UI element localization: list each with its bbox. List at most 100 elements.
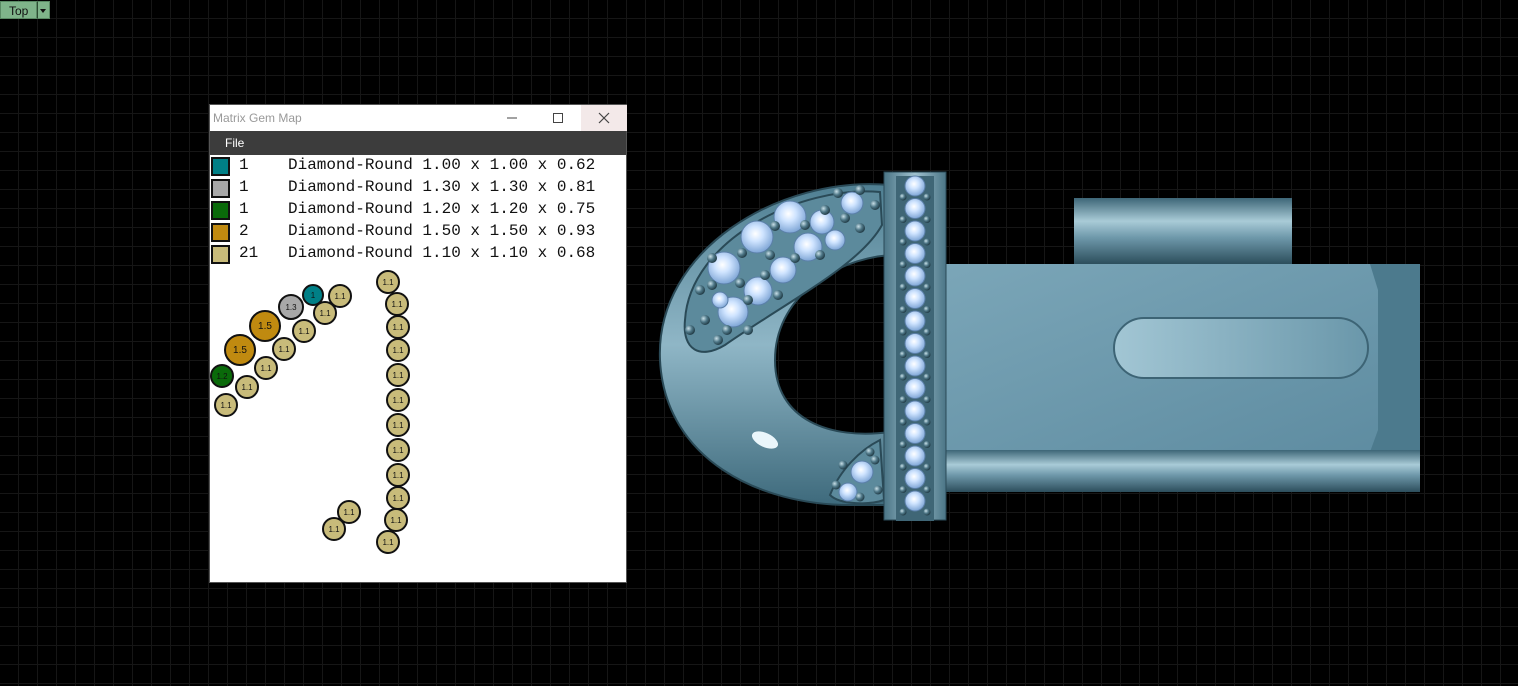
prong [760,270,770,280]
prong [800,220,810,230]
diamond-gem [711,291,729,309]
prong [923,306,931,313]
gem-marker[interactable]: 1.1 [385,292,409,316]
diamond-gem [904,490,926,512]
prong [833,188,843,198]
gem-marker[interactable]: 1.1 [386,363,410,387]
gem-marker[interactable]: 1.1 [384,508,408,532]
gem-map[interactable]: 11.31.51.51.21.11.11.11.11.11.11.11.11.1… [210,105,626,582]
diamond-gem [904,400,926,422]
prong [870,455,880,465]
diamond-gem [904,265,926,287]
gem-marker[interactable]: 1.1 [386,388,410,412]
gem-marker-label: 1.1 [382,538,394,547]
prong [899,261,907,268]
prong [899,238,907,246]
prong [899,328,907,336]
gem-marker-label: 1.1 [392,323,404,332]
gem-marker[interactable]: 1 [302,284,324,306]
prong [923,486,931,493]
diamond-gem [824,229,846,251]
gem-marker[interactable]: 1.1 [235,375,259,399]
prong [923,193,931,201]
gem-marker-label: 1.1 [392,371,404,380]
diamond-gem [838,482,858,502]
gem-marker[interactable]: 1.1 [376,270,400,294]
prong [815,250,825,260]
gem-marker[interactable]: 1.1 [214,393,238,417]
gem-marker[interactable]: 1.3 [278,294,304,320]
gem-marker-label: 1.1 [382,278,394,287]
gem-marker[interactable]: 1.5 [224,334,256,366]
prong [838,460,848,470]
gem-marker-label: 1.1 [298,327,310,336]
gem-marker[interactable]: 1.1 [292,319,316,343]
gem-marker[interactable]: 1.1 [313,301,337,325]
prong [700,315,710,325]
diamond-gem [904,355,926,377]
prong [737,248,747,258]
gem-marker-label: 1.1 [220,401,232,410]
prong [923,441,931,448]
diamond-gem [904,378,926,399]
gem-marker-label: 1.5 [258,321,272,332]
prong [923,328,931,336]
prong [899,463,907,471]
prong [685,325,695,335]
prong [923,238,931,246]
gem-marker-label: 1.1 [392,346,404,355]
diamond-gem [740,220,774,254]
prong [873,485,883,495]
prong [923,373,931,381]
prong [870,200,880,210]
gem-marker[interactable]: 1.1 [386,463,410,487]
prong [899,351,907,358]
prong [899,193,907,201]
prong [865,447,875,457]
prong [743,295,753,305]
gem-marker[interactable]: 1.1 [376,530,400,554]
prong [770,221,780,231]
prong [855,492,865,502]
diamond-gem [840,191,864,215]
prong [923,351,931,358]
diamond-gem [904,288,926,309]
gem-marker-label: 1.1 [392,396,404,405]
gem-marker-label: 1.1 [390,516,402,525]
diamond-gem [904,220,926,242]
gem-marker[interactable]: 1.2 [210,364,234,388]
diamond-gem [904,243,926,264]
prong [707,253,717,263]
prong [735,278,745,288]
bottom-tube [940,450,1420,492]
prong [765,250,775,260]
gem-marker-label: 1.5 [233,345,247,356]
gem-marker-label: 1 [311,291,316,300]
gem-marker-label: 1.1 [343,508,355,517]
diamond-gem [904,445,926,467]
prong [899,396,907,403]
gem-marker[interactable]: 1.1 [386,413,410,437]
diamond-gem [904,175,926,197]
prong [707,280,717,290]
gem-marker[interactable]: 1.1 [272,337,296,361]
diamond-gem [904,423,926,444]
gem-map-window[interactable]: Matrix Gem Map File 1 Diamond-Round 1.00… [210,105,627,582]
gem-marker[interactable]: 1.1 [386,315,410,339]
prong [899,216,907,223]
gem-marker[interactable]: 1.5 [249,310,281,342]
gem-marker[interactable]: 1.1 [322,517,346,541]
prong [923,283,931,291]
gem-marker-label: 1.1 [319,309,331,318]
gem-marker[interactable]: 1.1 [386,486,410,510]
gem-marker[interactable]: 1.1 [386,438,410,462]
gem-marker[interactable]: 1.1 [386,338,410,362]
diamond-gem [904,333,926,354]
diamond-gem [850,460,874,484]
diamond-gem [904,198,926,219]
gem-marker-label: 1.1 [392,421,404,430]
gem-marker-label: 1.1 [391,300,403,309]
prong [899,441,907,448]
gem-marker[interactable]: 1.1 [254,356,278,380]
diamond-gem [904,468,926,489]
